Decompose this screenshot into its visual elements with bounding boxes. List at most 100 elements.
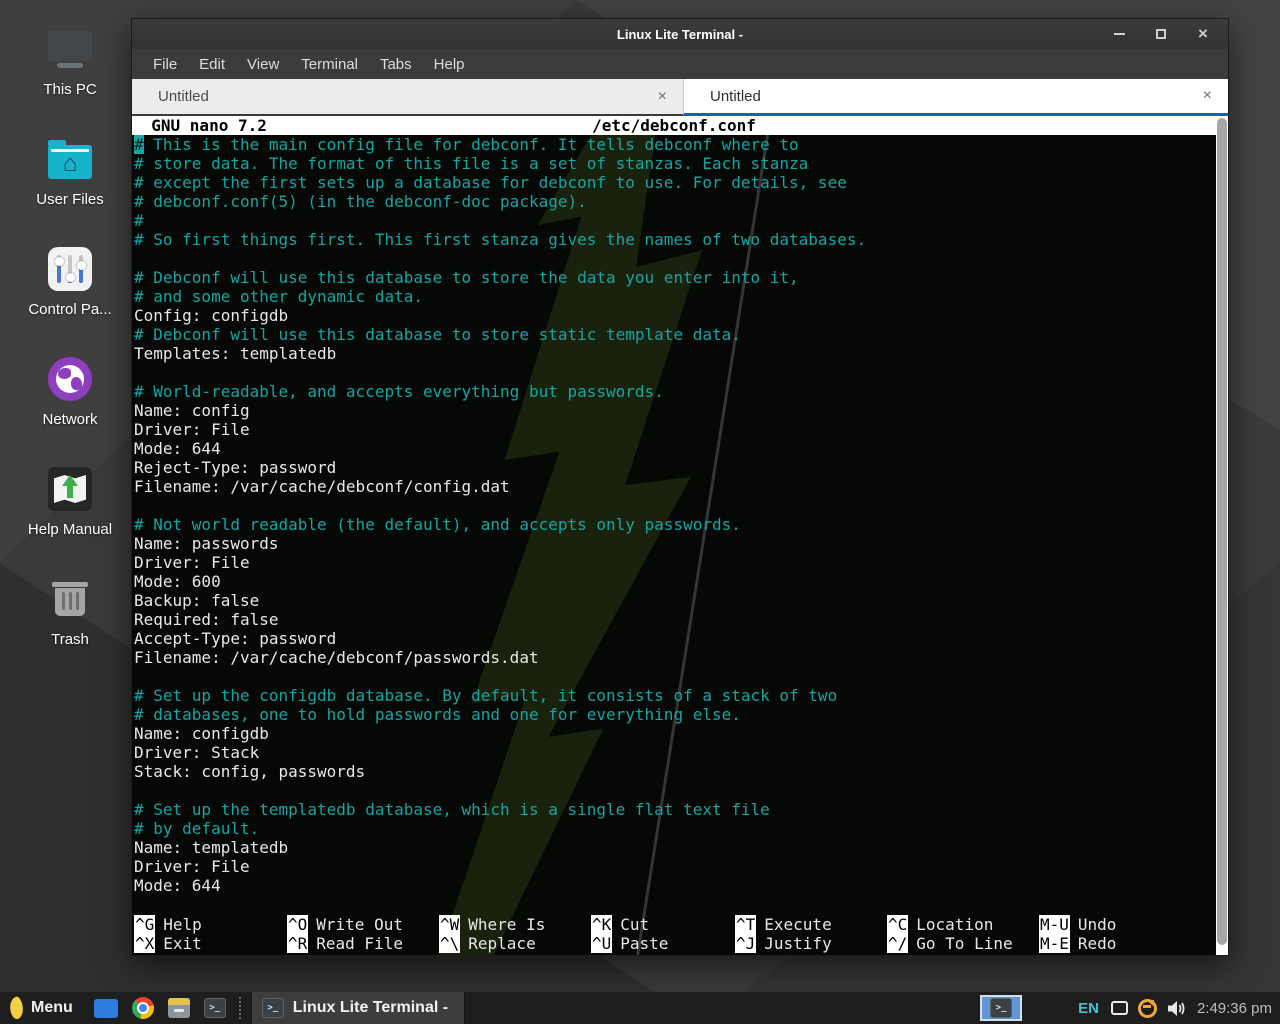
menu-item-help[interactable]: Help <box>423 52 476 77</box>
sliders-icon <box>48 244 92 294</box>
window-menubar: FileEditViewTerminalTabsHelp <box>132 49 1228 79</box>
terminal-launcher-icon[interactable]: >_ <box>204 998 226 1018</box>
editor-line <box>132 363 1216 382</box>
taskbar-left: Menu >_ >_ Linux Lite Terminal - <box>0 992 465 1024</box>
editor-line: Mode: 600 <box>132 572 1216 591</box>
trash-icon <box>52 574 88 624</box>
updates-tray-icon[interactable] <box>1138 999 1157 1018</box>
terminal-scrollbar[interactable] <box>1216 116 1228 955</box>
terminal-icon: >_ <box>262 998 284 1018</box>
desktop-icon-help-manual[interactable]: Help Manual <box>8 464 132 574</box>
editor-line: Name: passwords <box>132 534 1216 553</box>
minimize-icon <box>1114 33 1125 35</box>
desktop-icon-label: Help Manual <box>28 521 112 538</box>
tab-close-icon[interactable]: × <box>1203 87 1212 105</box>
desktop-icon-label: Trash <box>51 631 89 648</box>
window-titlebar[interactable]: Linux Lite Terminal - × <box>132 19 1228 49</box>
close-button[interactable]: × <box>1194 25 1212 43</box>
nano-shortcut: ^UPaste <box>591 934 735 953</box>
home-icon <box>48 151 92 177</box>
nano-titlebar: /etc/debconf.conf GNU nano 7.2 <box>132 116 1216 135</box>
taskbar: Menu >_ >_ Linux Lite Terminal - >_ EN 2… <box>0 992 1280 1024</box>
volume-tray-icon[interactable] <box>1167 1000 1187 1017</box>
editor-line: Mode: 644 <box>132 876 1216 895</box>
nano-shortcut: ^TExecute <box>735 915 887 934</box>
editor-line: Filename: /var/cache/debconf/config.dat <box>132 477 1216 496</box>
editor-text: # This is the main config file for debco… <box>132 135 1216 895</box>
nano-editor: /etc/debconf.conf GNU nano 7.2 # This is… <box>132 116 1216 955</box>
nano-shortcut: ^\Replace <box>439 934 591 953</box>
nano-shortcut: ^CLocation <box>887 915 1039 934</box>
editor-line: Name: config <box>132 401 1216 420</box>
window-button-label: Linux Lite Terminal - <box>293 999 448 1017</box>
terminal-icon: >_ <box>990 998 1012 1018</box>
chrome-launcher-icon[interactable] <box>132 997 154 1019</box>
minimize-button[interactable] <box>1110 25 1128 43</box>
panel-handle[interactable] <box>239 997 243 1019</box>
nano-filename: /etc/debconf.conf <box>132 116 1216 135</box>
editor-line: Accept-Type: password <box>132 629 1216 648</box>
nano-shortcut-bar: ^GHelp^OWrite Out^WWhere Is^KCut^TExecut… <box>132 915 1216 953</box>
editor-line <box>132 667 1216 686</box>
editor-line: # debconf.conf(5) (in the debconf-doc pa… <box>132 192 1216 211</box>
map-arrow-icon <box>48 464 92 514</box>
editor-line: # by default. <box>132 819 1216 838</box>
desktop-icon-trash[interactable]: Trash <box>8 574 132 684</box>
clock[interactable]: 2:49:36 pm <box>1197 1000 1272 1017</box>
this-pc-icon <box>48 24 92 74</box>
nano-shortcut: M-ERedo <box>1039 934 1216 953</box>
tab-label: Untitled <box>684 88 761 105</box>
editor-line: # Set up the templatedb database, which … <box>132 800 1216 819</box>
maximize-icon <box>1156 29 1166 39</box>
nano-shortcut: ^JJustify <box>735 934 887 953</box>
menu-item-edit[interactable]: Edit <box>188 52 236 77</box>
editor-line: # store data. The format of this file is… <box>132 154 1216 173</box>
desktop-icon-control-panel[interactable]: Control Pa... <box>8 244 132 354</box>
scrollbar-thumb[interactable] <box>1217 118 1227 945</box>
desktop-icon-this-pc[interactable]: This PC <box>8 24 132 134</box>
editor-line: Stack: config, passwords <box>132 762 1216 781</box>
nano-shortcut: M-UUndo <box>1039 915 1216 934</box>
desktop-icon-user-files[interactable]: User Files <box>8 134 132 244</box>
tab-close-icon[interactable]: × <box>658 88 667 106</box>
menu-item-file[interactable]: File <box>142 52 188 77</box>
nano-shortcut: ^XExit <box>134 934 287 953</box>
menu-item-terminal[interactable]: Terminal <box>290 52 369 77</box>
tab-untitled-2[interactable]: Untitled × <box>684 79 1228 116</box>
editor-line: # databases, one to hold passwords and o… <box>132 705 1216 724</box>
menu-item-tabs[interactable]: Tabs <box>369 52 423 77</box>
maximize-button[interactable] <box>1152 25 1170 43</box>
editor-line: # <box>132 211 1216 230</box>
desktop-icon-network[interactable]: Network <box>8 354 132 464</box>
file-manager-launcher-icon[interactable] <box>94 999 118 1018</box>
desktop-icon-label: Control Pa... <box>28 301 111 318</box>
terminal-content[interactable]: /etc/debconf.conf GNU nano 7.2 # This is… <box>132 116 1228 955</box>
editor-line: Config: configdb <box>132 306 1216 325</box>
nano-shortcut: ^RRead File <box>287 934 439 953</box>
editor-line: Mode: 644 <box>132 439 1216 458</box>
editor-line: Templates: templatedb <box>132 344 1216 363</box>
nano-shortcut: ^WWhere Is <box>439 915 591 934</box>
editor-line: Required: false <box>132 610 1216 629</box>
window-controls: × <box>1110 25 1212 43</box>
tab-untitled-1[interactable]: Untitled × <box>132 79 684 116</box>
editor-line: # Not world readable (the default), and … <box>132 515 1216 534</box>
editor-line: # Debconf will use this database to stor… <box>132 325 1216 344</box>
archive-launcher-icon[interactable] <box>168 998 190 1018</box>
nano-shortcut: ^KCut <box>591 915 735 934</box>
menu-button[interactable]: Menu <box>31 999 73 1017</box>
editor-line: # and some other dynamic data. <box>132 287 1216 306</box>
taskbar-window-button[interactable]: >_ Linux Lite Terminal - <box>251 992 465 1024</box>
menu-item-view[interactable]: View <box>236 52 290 77</box>
display-tray-icon[interactable] <box>1111 1001 1128 1015</box>
editor-line: Filename: /var/cache/debconf/passwords.d… <box>132 648 1216 667</box>
nano-shortcut: ^OWrite Out <box>287 915 439 934</box>
editor-line <box>132 781 1216 800</box>
editor-line: # Debconf will use this database to stor… <box>132 268 1216 287</box>
editor-line: # except the first sets up a database fo… <box>132 173 1216 192</box>
keyboard-layout-indicator[interactable]: EN <box>1078 1000 1099 1017</box>
editor-line <box>132 496 1216 515</box>
linux-lite-logo-icon[interactable] <box>8 996 26 1020</box>
editor-line: Reject-Type: password <box>132 458 1216 477</box>
window-list-active-button[interactable]: >_ <box>980 995 1022 1021</box>
